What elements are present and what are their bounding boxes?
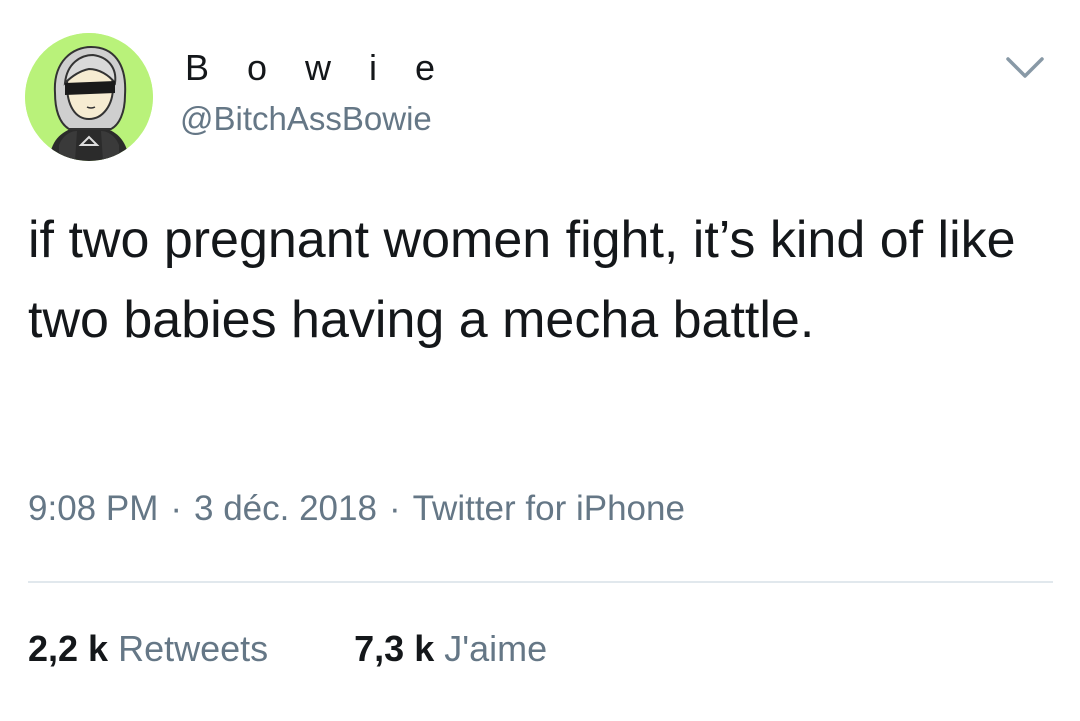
retweets-label: Retweets xyxy=(118,628,269,669)
tweet-card: B o w i e @BitchAssBowie if two pregnant… xyxy=(0,0,1080,721)
user-handle[interactable]: @BitchAssBowie xyxy=(180,99,432,139)
retweets-count: 2,2 k xyxy=(28,628,109,669)
display-name[interactable]: B o w i e xyxy=(185,46,449,90)
likes-label: J'aime xyxy=(444,628,548,669)
tweet-date[interactable]: 3 déc. 2018 xyxy=(194,489,377,528)
tweet-text: if two pregnant women fight, it’s kind o… xyxy=(28,211,1016,349)
likes-count: 7,3 k xyxy=(354,628,435,669)
tweet-time[interactable]: 9:08 PM xyxy=(28,489,158,528)
likes-stat[interactable]: 7,3 k J'aime xyxy=(354,625,547,673)
avatar[interactable] xyxy=(25,33,153,161)
tweet-metadata: 9:08 PM · 3 déc. 2018 · Twitter for iPhone xyxy=(28,485,685,533)
chevron-down-icon[interactable] xyxy=(1002,52,1048,82)
retweets-stat[interactable]: 2,2 k Retweets xyxy=(28,625,268,673)
avatar-illustration-icon xyxy=(25,33,153,161)
separator-dot: · xyxy=(170,489,183,528)
engagement-stats: 2,2 k Retweets 7,3 k J'aime xyxy=(28,625,547,673)
tweet-source[interactable]: Twitter for iPhone xyxy=(413,489,685,528)
divider xyxy=(28,581,1053,583)
separator-dot: · xyxy=(388,489,401,528)
